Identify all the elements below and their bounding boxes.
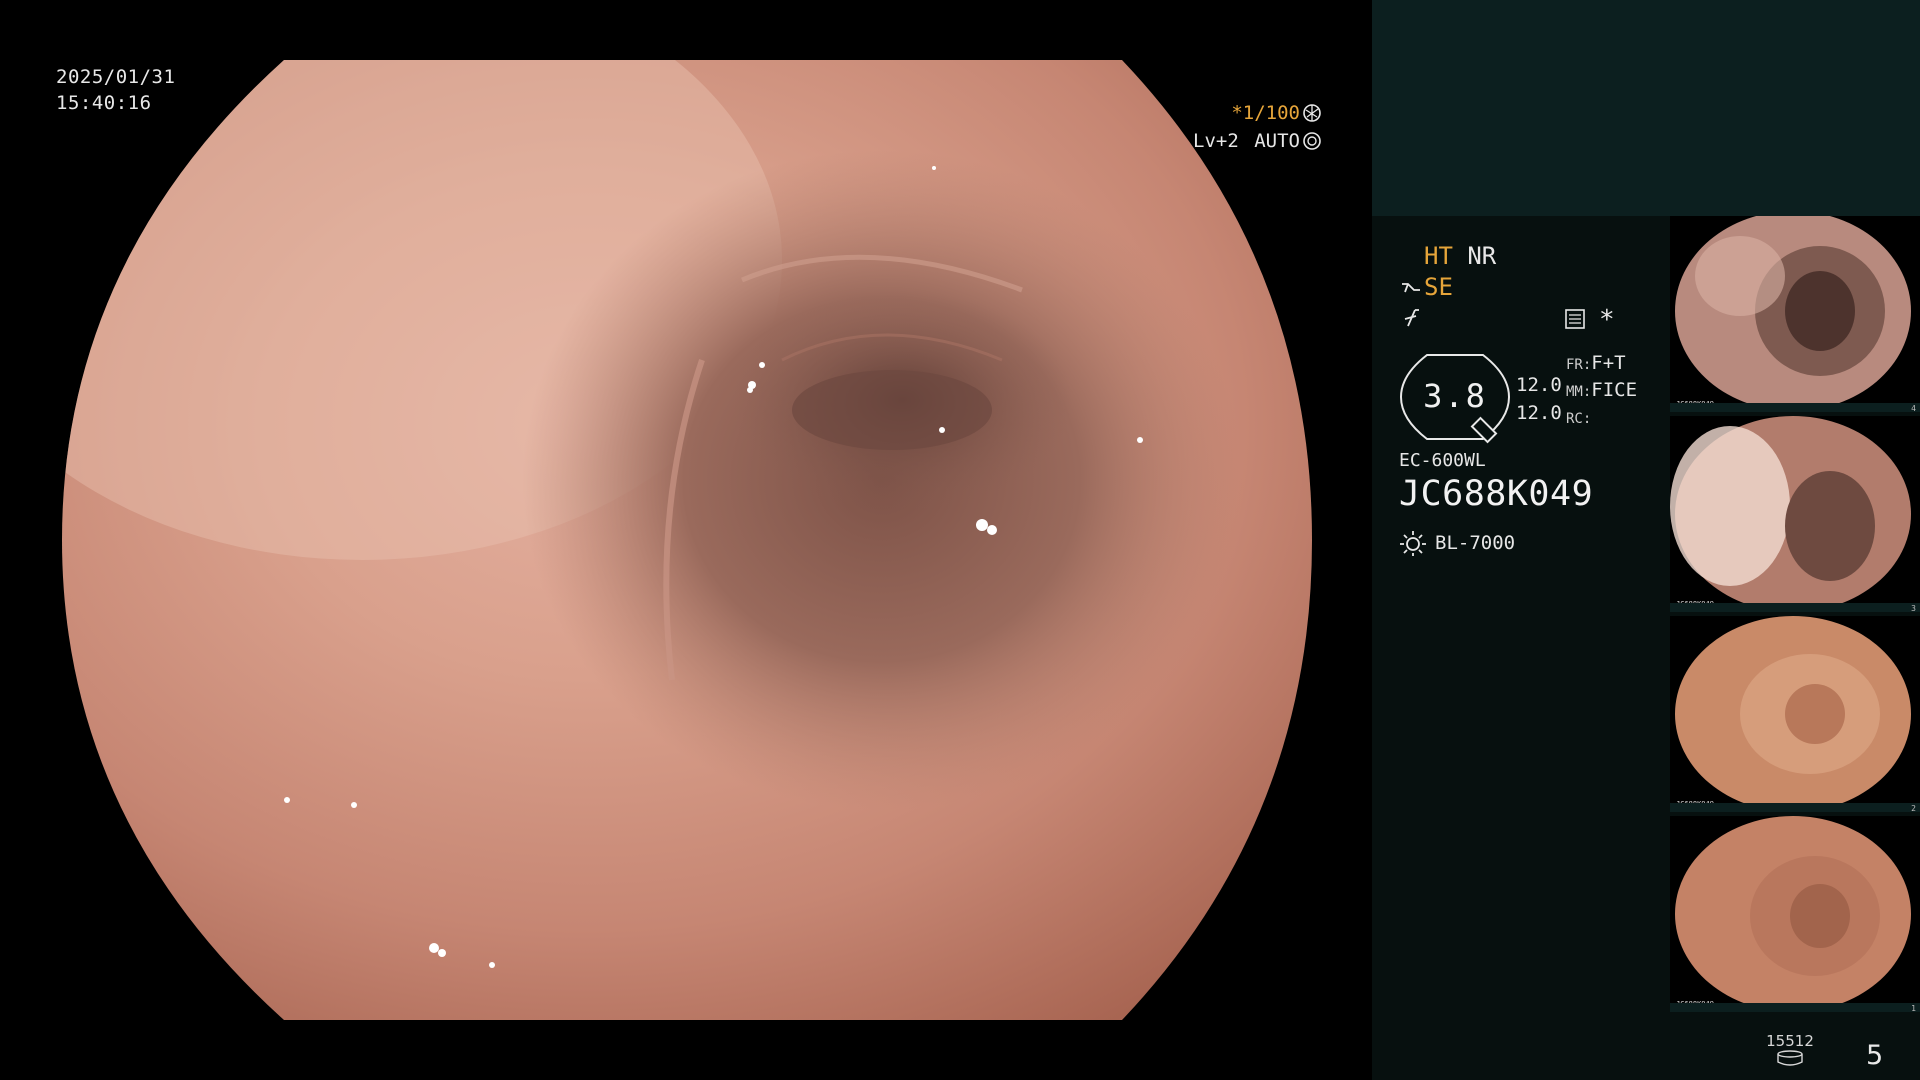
main-view: 2025/01/31 15:40:16 *1/100 Lv+2 AUTO (0, 0, 1372, 1080)
memory-icon (1565, 309, 1585, 329)
scope-tip-icon (1402, 283, 1420, 293)
date-label: 2025/01/31 (56, 66, 176, 88)
thumbnail-image: JC688K049 (1675, 616, 1911, 812)
fr-value: F+T (1591, 352, 1626, 374)
thumbnail-3[interactable]: JC688K049 2 (1670, 616, 1920, 812)
thumbnail-bar (1670, 803, 1920, 812)
param-keys: FR:F+T MM:FICE RC: (1566, 351, 1637, 432)
mm-value: FICE (1591, 379, 1638, 401)
thumbnail-1[interactable]: JC688K049 4 (1670, 216, 1920, 412)
storage-indicator: 15512 (1755, 1032, 1825, 1070)
storage-count: 15512 (1766, 1032, 1814, 1050)
right-top-block (1372, 0, 1920, 216)
thumbnail-number: 2 (1911, 804, 1916, 812)
endoscope-live-image (62, 60, 1312, 1020)
enhancement-icon (1404, 309, 1419, 327)
thumbnail-bar (1670, 603, 1920, 612)
page-number: 5 (1866, 1040, 1884, 1071)
exposure-mode-label: AUTO (1254, 130, 1300, 152)
thumbnail-4[interactable]: JC688K049 1 (1670, 816, 1920, 1012)
light-source-label: BL-7000 (1435, 532, 1516, 554)
se-label: SE (1424, 273, 1453, 301)
settings-column: HT NR SE * 3.8 12.0 12.0 FR:F+T MM:FICE … (1372, 216, 1670, 1080)
shutter-speed-label: *1/100 (1231, 102, 1300, 124)
star-indicator: * (1599, 305, 1615, 335)
fr-key: FR: (1566, 357, 1592, 373)
aperture-icon (1303, 104, 1321, 122)
database-icon (1777, 1050, 1803, 1066)
sun-icon (1400, 531, 1426, 556)
param-value-2: 12.0 (1516, 402, 1562, 424)
ht-label: HT (1424, 242, 1453, 270)
zoom-value: 3.8 (1423, 377, 1487, 415)
thumbnail-number: 3 (1911, 604, 1916, 612)
right-panel: HT NR SE * 3.8 12.0 12.0 FR:F+T MM:FICE … (1372, 0, 1920, 1080)
scope-serial: JC688K049 (1399, 474, 1594, 514)
exposure-info: *1/100 Lv+2 AUTO (1062, 99, 1322, 155)
thumbnail-bar (1670, 1003, 1920, 1012)
time-label: 15:40:16 (56, 92, 152, 114)
thumbnail-image: JC688K049 (1670, 416, 1911, 612)
thumbnail-bar (1670, 403, 1920, 412)
zoom-gauge: 3.8 (1399, 351, 1511, 445)
mm-key: MM: (1566, 384, 1592, 400)
rc-key: RC: (1566, 411, 1592, 427)
light-source: BL-7000 (1399, 529, 1515, 557)
thumbnail-image: JC688K049 (1675, 216, 1911, 411)
thumbnail-number: 4 (1911, 404, 1916, 412)
thumbnail-image: JC688K049 (1675, 816, 1911, 1012)
nr-label: NR (1467, 242, 1497, 270)
thumbnail-2[interactable]: JC688K049 3 (1670, 416, 1920, 612)
level-label: Lv+2 (1193, 130, 1239, 152)
param-value-1: 12.0 (1516, 374, 1562, 396)
param-values: 12.0 12.0 (1516, 371, 1562, 427)
iris-icon (1303, 132, 1321, 150)
date-time-overlay: 2025/01/31 15:40:16 (56, 64, 175, 116)
scope-model: EC-600WL (1399, 450, 1486, 471)
thumbnail-number: 1 (1911, 1004, 1916, 1012)
